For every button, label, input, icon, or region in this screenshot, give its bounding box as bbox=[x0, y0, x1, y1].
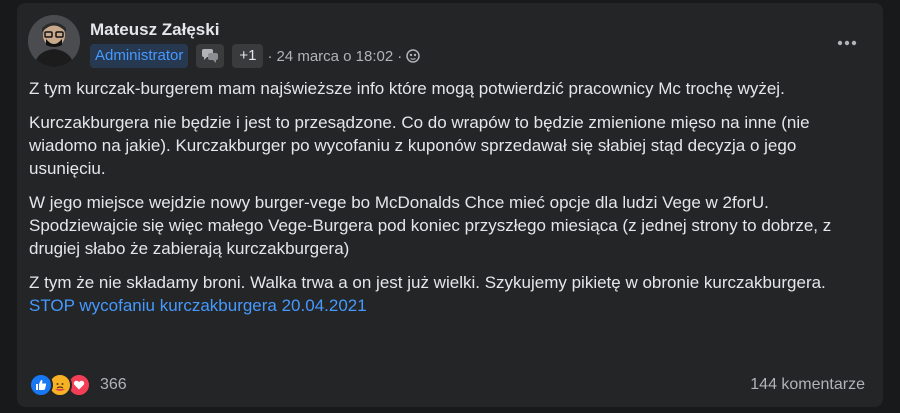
avatar-image bbox=[28, 15, 80, 67]
reaction-count[interactable]: 366 bbox=[100, 376, 127, 394]
post-paragraph: Kurczakburgera nie będzie i jest to prze… bbox=[29, 113, 810, 178]
post-footer: 366 144 komentarze bbox=[29, 373, 865, 397]
post-card: Mateusz Załęski Administrator +1 · 24 ma… bbox=[17, 3, 883, 407]
post-paragraph-last: Z tym że nie składamy broni. Walka trwa … bbox=[29, 271, 849, 317]
conversation-starter-badge[interactable] bbox=[196, 44, 225, 68]
like-icon bbox=[29, 373, 53, 397]
more-options-button[interactable] bbox=[829, 25, 865, 61]
post-meta: Administrator +1 · 24 marca o 18:02 · bbox=[90, 44, 420, 68]
ellipsis-icon bbox=[837, 40, 857, 46]
event-link[interactable]: STOP wycofaniu kurczakburgera 20.04.2021 bbox=[29, 296, 367, 315]
meta-separator: · bbox=[397, 47, 403, 65]
post-timestamp[interactable]: 24 marca o 18:02 bbox=[276, 48, 393, 65]
meta-separator: · bbox=[267, 47, 273, 65]
author-avatar[interactable] bbox=[28, 15, 80, 67]
post-body: Z tym kurczak-burgerem mam najświeższe i… bbox=[29, 77, 849, 328]
post-paragraph: W jego miejsce wejdzie nowy burger-vege … bbox=[29, 193, 832, 258]
author-name[interactable]: Mateusz Załęski bbox=[90, 20, 219, 40]
reactions-summary[interactable] bbox=[29, 373, 91, 397]
more-badges-button[interactable]: +1 bbox=[232, 44, 264, 68]
post-paragraph: Z tym kurczak-burgerem mam najświeższe i… bbox=[29, 79, 785, 98]
audience-icon[interactable] bbox=[406, 49, 420, 63]
comment-count[interactable]: 144 komentarze bbox=[750, 376, 865, 394]
post-paragraph-text: Z tym że nie składamy broni. Walka trwa … bbox=[29, 273, 826, 292]
chat-bubble-icon bbox=[202, 49, 219, 63]
admin-badge[interactable]: Administrator bbox=[90, 44, 189, 68]
